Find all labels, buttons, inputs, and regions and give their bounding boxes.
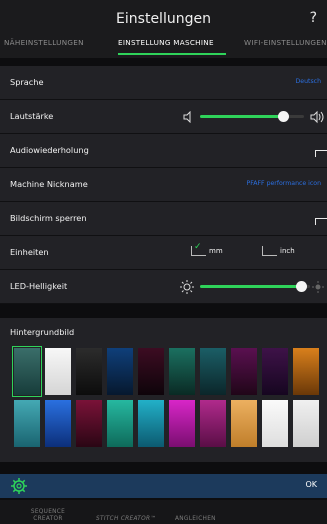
- nickname-label: Machine Nickname: [10, 179, 88, 189]
- audio-repeat-label: Audiowiederholung: [10, 145, 89, 155]
- tab-sewing-settings[interactable]: NÄHEINSTELLUNGEN: [4, 38, 84, 47]
- tab-machine-settings[interactable]: EINSTELLUNG MASCHINE: [118, 38, 214, 47]
- wallpaper-swatch[interactable]: [200, 348, 226, 395]
- wallpaper-swatch[interactable]: [45, 400, 71, 447]
- speaker-low-icon: [183, 111, 191, 123]
- wallpaper-swatch[interactable]: [107, 400, 133, 447]
- screen-lock-row: Bildschirm sperren: [0, 202, 327, 236]
- tab-wifi-settings[interactable]: WIFI-EINSTELLUNGEN: [244, 38, 327, 47]
- audio-repeat-toggle[interactable]: [315, 150, 327, 157]
- settings-list: Sprache Deutsch Lautstärke Audiowiederho…: [0, 66, 327, 304]
- screen-lock-label: Bildschirm sperren: [10, 213, 87, 223]
- wallpaper-swatch[interactable]: [262, 348, 288, 395]
- language-label: Sprache: [10, 77, 44, 87]
- footer-bar: OK: [0, 474, 327, 498]
- header: Einstellungen ? NÄHEINSTELLUNGEN EINSTEL…: [0, 0, 327, 58]
- volume-slider-fill: [200, 115, 283, 118]
- wallpaper-swatch[interactable]: [76, 348, 102, 395]
- led-slider-thumb[interactable]: [296, 281, 307, 292]
- wallpaper-swatch[interactable]: [293, 348, 319, 395]
- wallpaper-swatch[interactable]: [231, 400, 257, 447]
- page-title: Einstellungen: [116, 11, 211, 27]
- wallpaper-swatch[interactable]: [169, 400, 195, 447]
- checkmark-icon: ✓: [194, 242, 202, 252]
- language-row[interactable]: Sprache Deutsch: [0, 66, 327, 100]
- unit-option-mm[interactable]: ✓ mm: [191, 242, 223, 256]
- unit-checkbox-inch[interactable]: [262, 246, 277, 256]
- language-value[interactable]: Deutsch: [296, 78, 321, 85]
- unit-label-inch: inch: [280, 247, 295, 255]
- wallpaper-swatch[interactable]: [14, 400, 40, 447]
- background-picker: Hintergrundbild: [0, 318, 327, 462]
- wallpaper-swatch[interactable]: [76, 400, 102, 447]
- unit-label-mm: mm: [209, 247, 223, 255]
- unit-checkbox-mm[interactable]: ✓: [191, 242, 206, 256]
- wallpaper-swatch[interactable]: [12, 346, 42, 397]
- wallpaper-swatch[interactable]: [107, 348, 133, 395]
- wallpaper-swatch[interactable]: [138, 400, 164, 447]
- bottom-tab-angleichen[interactable]: ANGLEICHEN: [175, 516, 216, 522]
- wallpaper-swatch[interactable]: [45, 348, 71, 395]
- gear-icon[interactable]: [10, 477, 28, 495]
- active-tab-indicator: [118, 53, 226, 55]
- led-slider-fill: [200, 285, 301, 288]
- audio-repeat-row: Audiowiederholung: [0, 134, 327, 168]
- ok-button[interactable]: OK: [305, 480, 317, 489]
- units-row: Einheiten ✓ mm inch: [0, 236, 327, 270]
- volume-slider-thumb[interactable]: [278, 111, 289, 122]
- led-label: LED-Helligkeit: [10, 281, 68, 291]
- screen-lock-toggle[interactable]: [315, 218, 327, 225]
- help-button[interactable]: ?: [310, 10, 317, 26]
- volume-label: Lautstärke: [10, 111, 54, 121]
- wallpaper-swatch[interactable]: [200, 400, 226, 447]
- units-label: Einheiten: [10, 247, 49, 257]
- bottom-tab-sequence-creator[interactable]: SEQUENCE CREATOR: [26, 509, 70, 523]
- background-label: Hintergrundbild: [10, 327, 75, 337]
- wallpaper-swatch[interactable]: [169, 348, 195, 395]
- volume-row: Lautstärke: [0, 100, 327, 134]
- brightness-low-icon: [180, 280, 194, 294]
- speaker-high-icon: [310, 110, 324, 124]
- tab-bar: NÄHEINSTELLUNGEN EINSTELLUNG MASCHINE WI…: [0, 36, 327, 54]
- brightness-high-icon: [312, 281, 324, 293]
- bottom-nav: SEQUENCE CREATOR STITCH CREATOR™ ANGLEIC…: [0, 500, 327, 524]
- wallpaper-swatch[interactable]: [293, 400, 319, 447]
- wallpaper-swatch[interactable]: [262, 400, 288, 447]
- nickname-row[interactable]: Machine Nickname PFAFF performance icon: [0, 168, 327, 202]
- led-row: LED-Helligkeit: [0, 270, 327, 304]
- wallpaper-swatch[interactable]: [138, 348, 164, 395]
- bottom-tab-stitch-creator[interactable]: STITCH CREATOR™: [96, 516, 156, 522]
- unit-option-inch[interactable]: inch: [262, 246, 295, 256]
- wallpaper-swatch[interactable]: [231, 348, 257, 395]
- nickname-value[interactable]: PFAFF performance icon: [247, 180, 321, 187]
